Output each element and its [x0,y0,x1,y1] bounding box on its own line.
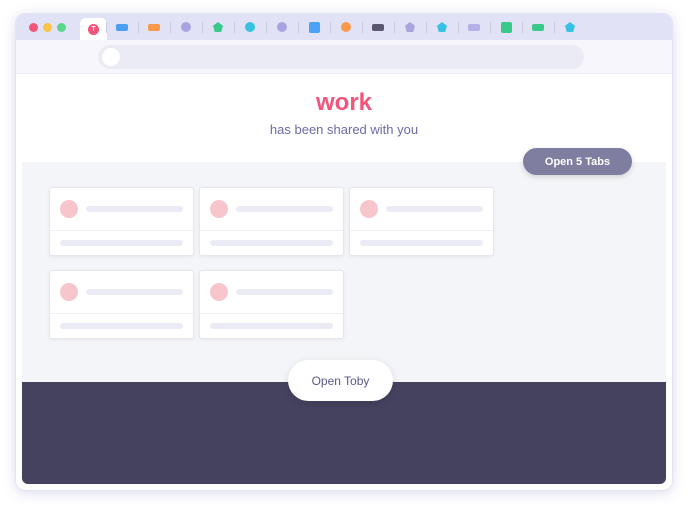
tab-separator [330,22,331,33]
cards-area [22,162,666,382]
card-favicon-placeholder [210,283,228,301]
card-url-placeholder [360,240,483,246]
card-favicon-placeholder [210,200,228,218]
tab-square-icon[interactable] [500,21,512,33]
tab-separator [170,22,171,33]
tab-pentagon-icon[interactable] [405,22,415,32]
browser-window: T work has been shared with you Open 5 T… [15,13,673,491]
tab-circle-icon[interactable] [181,22,191,32]
tab-rect-icon[interactable] [372,23,384,31]
tab-separator [362,22,363,33]
tab-separator [394,22,395,33]
tab-separator [266,22,267,33]
tab-separator [490,22,491,33]
site-info-icon[interactable] [102,48,120,66]
tab-square-icon[interactable] [308,21,320,33]
card-favicon-placeholder [60,283,78,301]
tab-separator [522,22,523,33]
tab-rect-icon[interactable] [116,23,128,31]
tab-rect-icon[interactable] [532,23,544,31]
card-favicon-placeholder [360,200,378,218]
tab-rect-icon[interactable] [148,23,160,31]
tab-rect-icon[interactable] [468,23,480,31]
address-bar[interactable] [98,45,584,69]
tab-circle-icon[interactable] [341,22,351,32]
tab-separator [458,22,459,33]
close-window-dot[interactable] [29,23,38,32]
card-url-placeholder [60,240,183,246]
card-favicon-placeholder [60,200,78,218]
minimize-window-dot[interactable] [43,23,52,32]
card-title-placeholder [236,289,333,295]
tab-circle-icon[interactable] [277,22,287,32]
tab-separator [106,22,107,33]
tab-toby-active[interactable]: T [80,18,107,42]
card-title-placeholder [386,206,483,212]
tab-separator [554,22,555,33]
tab-card[interactable] [199,270,344,339]
card-title-placeholder [86,289,183,295]
card-divider [200,230,343,231]
tab-circle-icon[interactable] [245,22,255,32]
card-divider [50,313,193,314]
tab-pentagon-icon[interactable] [565,22,575,32]
card-title-placeholder [86,206,183,212]
open-tabs-button[interactable]: Open 5 Tabs [523,148,632,175]
tab-separator [202,22,203,33]
card-title-placeholder [236,206,333,212]
tab-separator [234,22,235,33]
tab-separator [298,22,299,33]
shared-subtitle: has been shared with you [269,122,419,137]
tab-card[interactable] [49,187,194,256]
toby-logo-icon: T [88,24,99,35]
card-divider [50,230,193,231]
tab-strip: T [16,14,672,42]
card-url-placeholder [210,323,333,329]
collection-title: work [315,89,372,116]
tab-card[interactable] [49,270,194,339]
tab-pentagon-icon[interactable] [213,22,223,32]
tab-card[interactable] [349,187,494,256]
card-divider [350,230,493,231]
tab-card[interactable] [199,187,344,256]
browser-toolbar [16,40,672,74]
card-divider [200,313,343,314]
tab-separator [138,22,139,33]
maximize-window-dot[interactable] [57,23,66,32]
share-page: work has been shared with you Open 5 Tab… [22,74,666,484]
open-toby-button[interactable]: Open Toby [288,360,393,401]
tab-separator [426,22,427,33]
card-url-placeholder [210,240,333,246]
tab-pentagon-icon[interactable] [437,22,447,32]
card-url-placeholder [60,323,183,329]
